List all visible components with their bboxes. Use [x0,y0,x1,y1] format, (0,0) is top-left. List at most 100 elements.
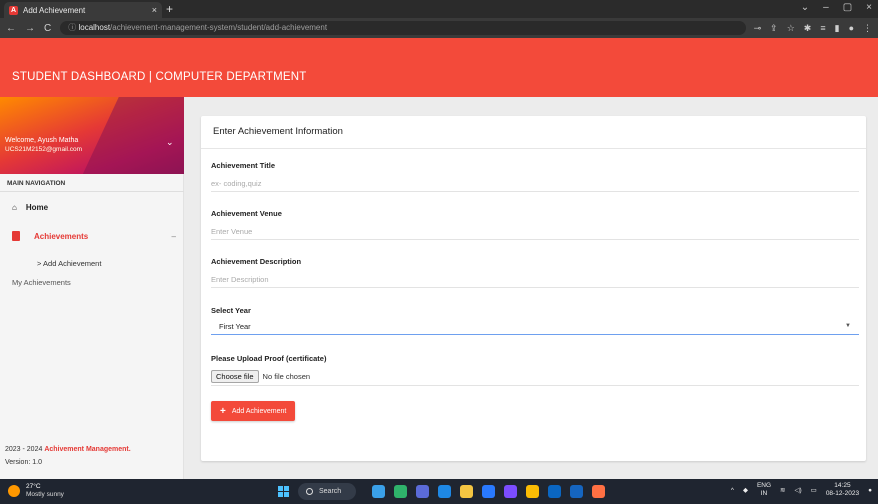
reading-list-icon[interactable]: ≡ [820,23,825,34]
tab-close-icon[interactable]: × [152,5,157,15]
forward-icon[interactable]: → [25,23,35,34]
chat-app-icon[interactable] [394,485,407,498]
word-app-icon[interactable] [570,485,583,498]
windows-start-icon[interactable] [278,486,289,497]
clock[interactable]: 14:25 08-12-2023 [826,482,859,498]
sidebar-subitem-add-achievement[interactable]: > Add Achievement [37,259,101,268]
wifi-icon[interactable]: ≋ [780,486,785,494]
home-icon: ⌂ [12,203,17,212]
page-title: STUDENT DASHBOARD | COMPUTER DEPARTMENT [12,71,307,83]
version-text: Version: 1.0 [5,459,42,466]
collapse-toggle[interactable]: – [172,232,176,241]
address-toolbar: ← → C ⓘ localhost/achievement-management… [0,18,878,38]
tray-overflow-icon[interactable]: ^ [731,487,734,494]
card-divider [201,148,866,149]
chevron-down-icon[interactable]: ⌄ [166,137,174,148]
plus-icon: + [220,405,226,417]
profile-background-shape [82,97,184,174]
search-icon [306,488,313,495]
sidebar-item-label: Achievements [34,231,89,241]
app-header: STUDENT DASHBOARD | COMPUTER DEPARTMENT [0,38,878,97]
add-achievement-label: Add Achievement [231,407,287,415]
new-tab-icon[interactable]: + [166,2,173,16]
year-select[interactable]: First Year ▼ [211,318,859,335]
file-status-text: No file chosen [262,372,311,381]
star-icon[interactable]: ☆ [787,23,795,34]
sidepanel-icon[interactable]: ▮ [835,23,840,34]
xampp-app-icon[interactable] [592,485,605,498]
widgets-app-icon[interactable] [372,485,385,498]
battery-icon[interactable]: ▭ [811,486,817,494]
toolbar-icons: ⊸ ⇪ ☆ ✱ ≡ ▮ ● ⋮ [754,23,872,34]
browser-tab-bar: A Add Achievement × + ⌄ – ▢ × [0,0,878,18]
terminal-app-icon[interactable] [548,485,561,498]
tray-app-icon[interactable]: ◆ [743,486,748,494]
achievement-form-card: Enter Achievement Information Achievemen… [201,116,866,461]
close-window-icon[interactable]: × [866,2,872,13]
footer-org-link[interactable]: Achivement Management. [44,446,130,453]
extensions-icon[interactable]: ✱ [804,23,812,34]
volume-icon[interactable]: ◁) [794,486,801,494]
user-email: UCS21M2152@gmail.com [5,146,83,153]
url-path: /achievement-management-system/student/a… [110,23,328,32]
nav-divider [0,191,184,192]
task-view-icon[interactable] [416,485,429,498]
sidebar-item-home[interactable]: ⌂ Home [12,203,48,212]
language-indicator[interactable]: ENG IN [757,482,771,498]
tab-title: Add Achievement [23,5,86,15]
clock-time: 14:25 [834,482,851,489]
browser-tab[interactable]: A Add Achievement × [4,2,162,18]
site-info-icon[interactable]: ⓘ [68,23,76,32]
upload-proof-label: Please Upload Proof (certificate) [211,354,327,363]
system-tray: ^ ◆ ENG IN ≋ ◁) ▭ 14:25 08-12-2023 ● [731,482,872,498]
card-title: Enter Achievement Information [213,126,343,137]
bookmark-icon [12,231,20,241]
lang-top: ENG [756,482,772,489]
store-app-icon[interactable] [482,485,495,498]
achievement-venue-input[interactable] [211,224,859,240]
welcome-text: Welcome, Ayush Matha [5,137,79,144]
profile-icon[interactable]: ● [849,23,854,34]
notification-icon[interactable]: ● [868,487,872,494]
minimize-icon[interactable]: – [823,2,829,13]
add-achievement-button[interactable]: + Add Achievement [211,401,296,421]
favicon-icon: A [9,5,18,15]
edge-app-icon[interactable] [438,485,451,498]
tab-search-icon[interactable]: ⌄ [801,2,809,13]
achievement-description-input[interactable] [211,272,859,288]
weather-widget[interactable]: 27°C Mostly sunny [8,483,64,499]
achievement-title-label: Achievement Title [211,161,276,170]
achievement-description-label: Achievement Description [211,257,302,266]
profile-panel: Welcome, Ayush Matha UCS21M2152@gmail.co… [0,97,184,174]
nav-heading: MAIN NAVIGATION [7,180,66,187]
taskbar-search-label: Search [319,488,342,495]
os-taskbar: 27°C Mostly sunny Search ^ ◆ ENG IN ≋ ◁)… [0,479,878,504]
chrome-app-icon[interactable] [526,485,539,498]
vscode-app-icon[interactable] [504,485,517,498]
maximize-icon[interactable]: ▢ [843,2,852,13]
caret-down-icon: ▼ [845,323,851,329]
clock-date: 08-12-2023 [825,490,860,497]
file-upload-row: Choose file No file chosen [211,368,859,386]
choose-file-button[interactable]: Choose file [211,370,259,383]
key-icon[interactable]: ⊸ [754,23,762,34]
lang-bottom: IN [760,490,768,497]
sidebar-item-achievements[interactable]: Achievements – [12,231,176,241]
sidebar: Welcome, Ayush Matha UCS21M2152@gmail.co… [0,97,184,479]
sun-icon [8,485,20,497]
achievement-venue-label: Achievement Venue [211,209,282,218]
sidebar-subitem-my-achievements[interactable]: My Achievements [12,278,71,287]
share-icon[interactable]: ⇪ [770,23,778,34]
back-icon[interactable]: ← [6,23,16,34]
file-explorer-icon[interactable] [460,485,473,498]
sidebar-item-label: Home [25,203,49,212]
taskbar-apps [372,485,605,498]
menu-icon[interactable]: ⋮ [863,23,872,34]
taskbar-search[interactable]: Search [298,483,356,500]
weather-temp: 27°C [26,483,41,490]
url-bar[interactable]: ⓘ localhost/achievement-management-syste… [60,21,746,35]
window-controls: ⌄ – ▢ × [801,2,872,13]
sidebar-footer: 2023 - 2024 Achivement Management. [5,446,131,453]
achievement-title-input[interactable] [211,176,859,192]
reload-icon[interactable]: C [44,23,51,34]
